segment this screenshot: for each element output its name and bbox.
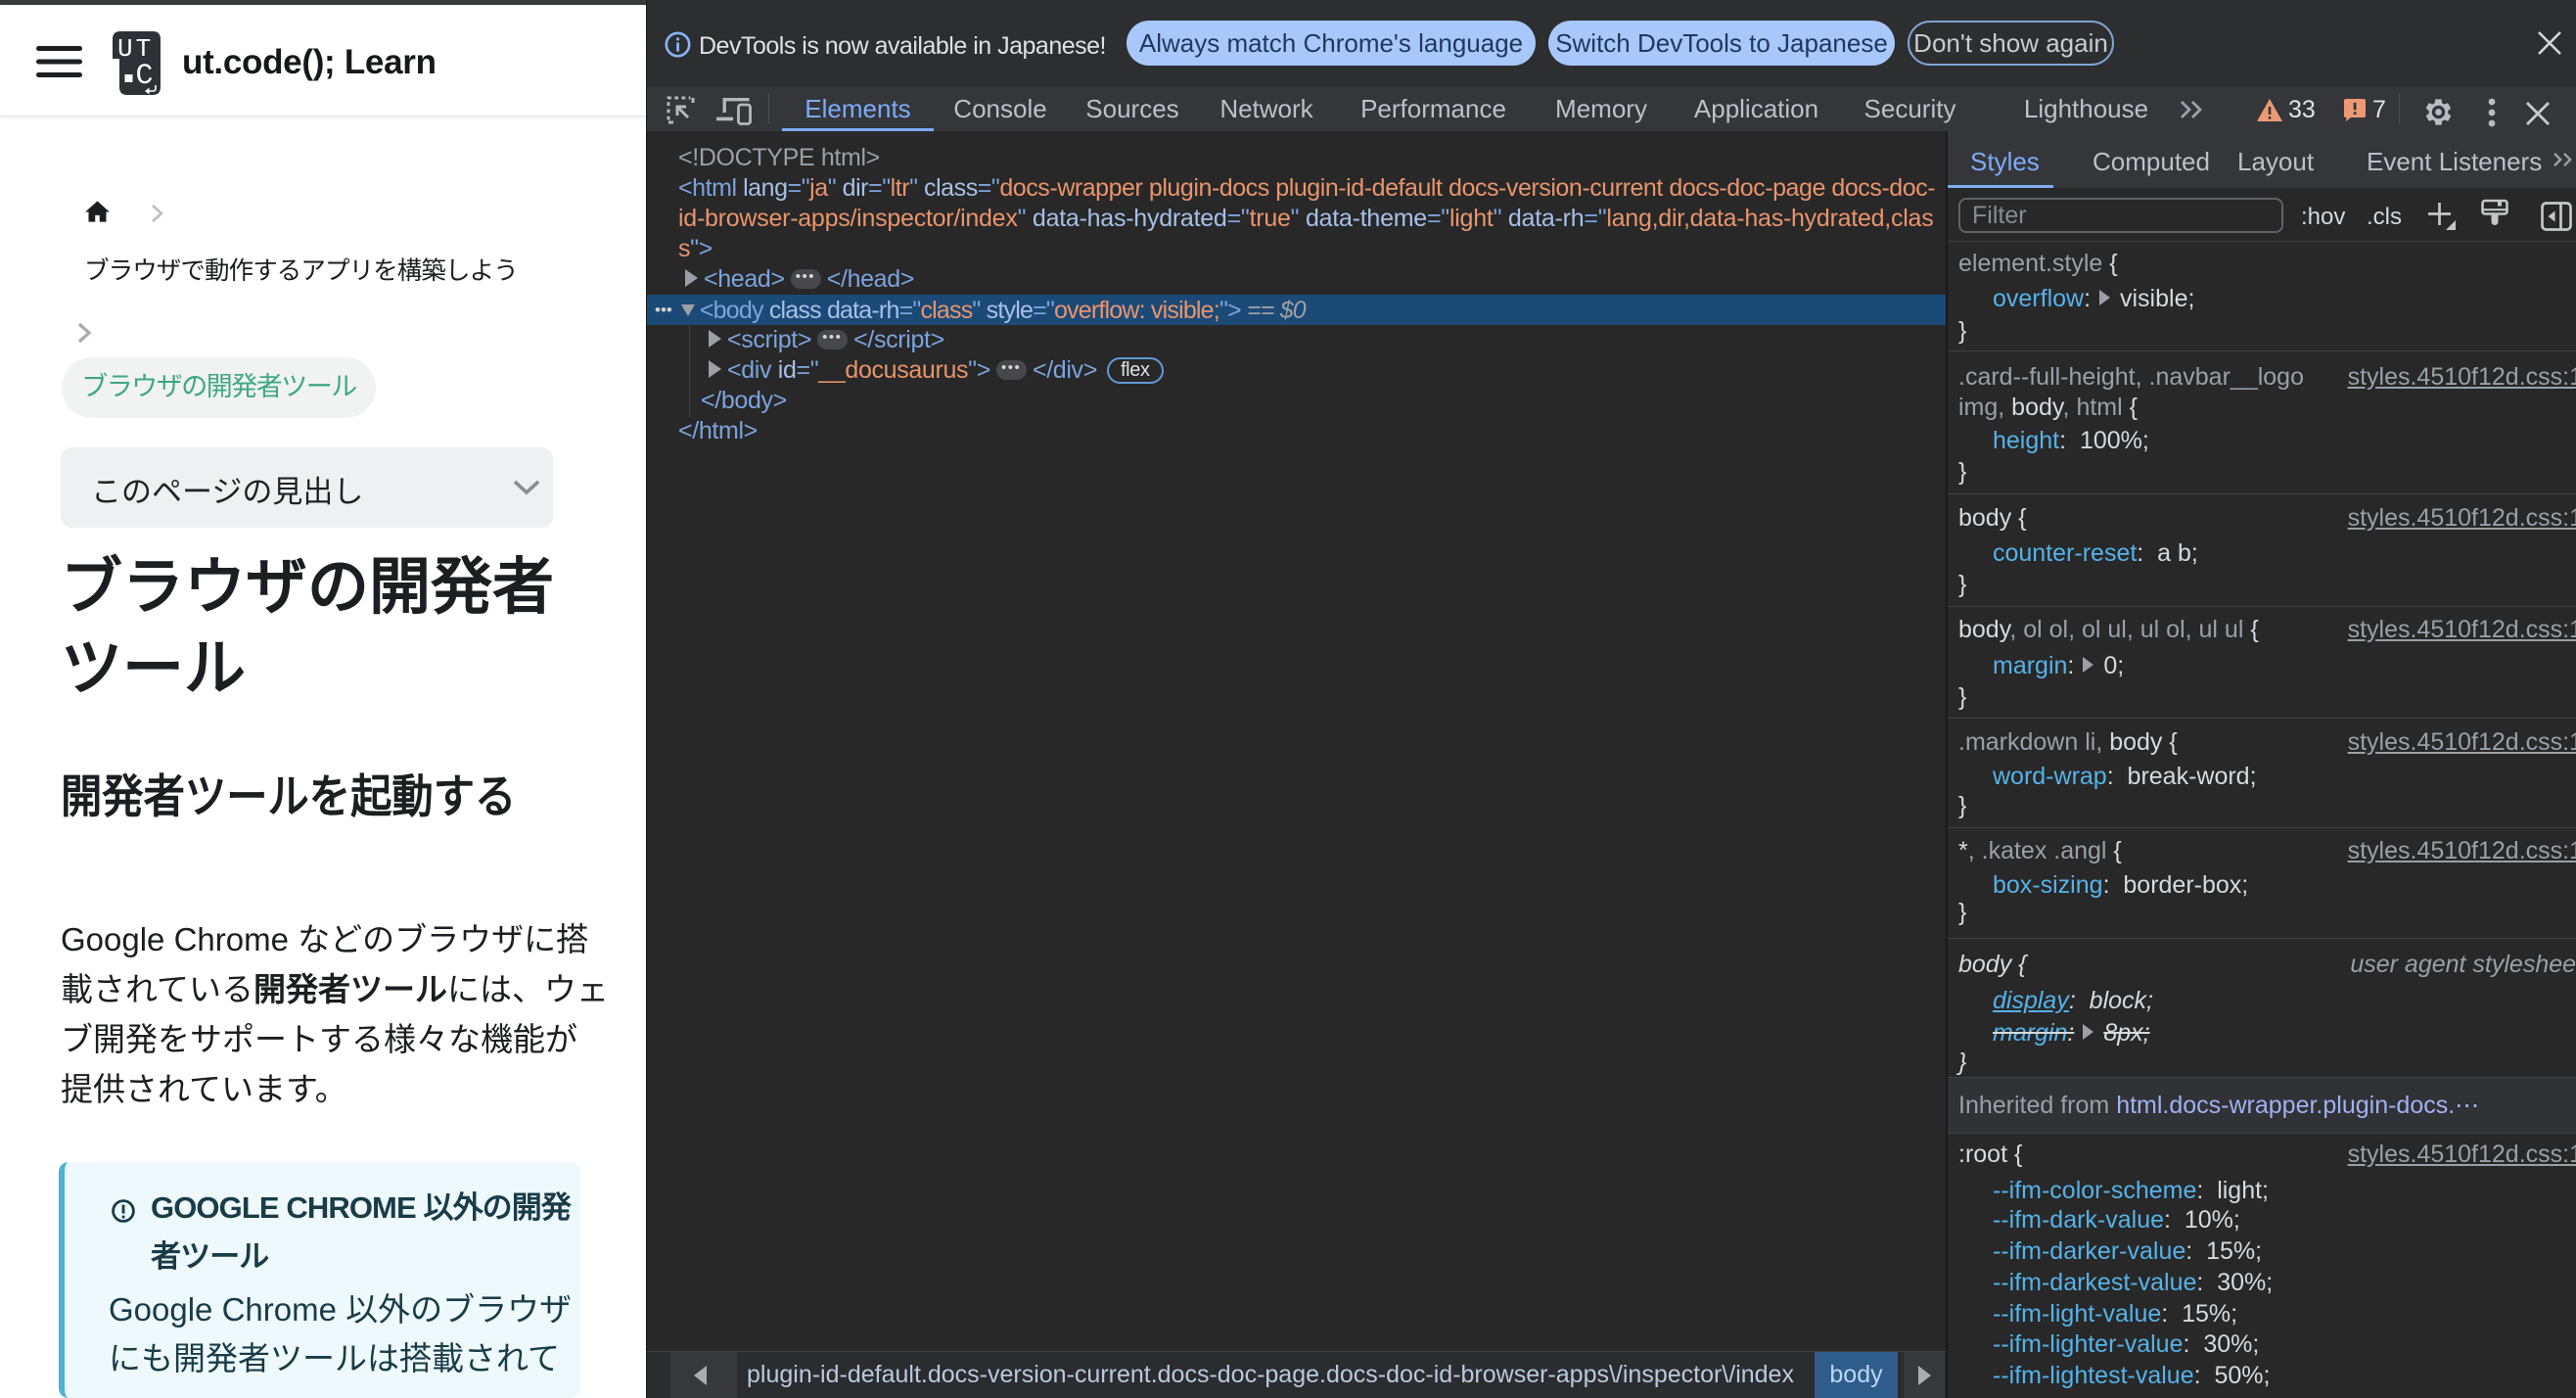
svg-text:C: C	[136, 60, 154, 93]
